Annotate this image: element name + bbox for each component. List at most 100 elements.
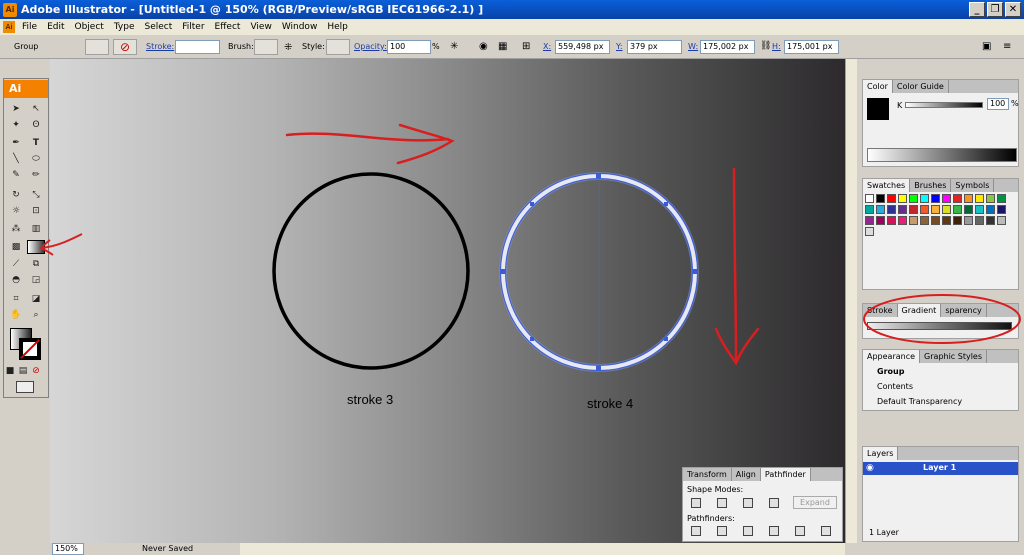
h-label[interactable]: H:: [772, 41, 781, 53]
color-swatch[interactable]: [986, 194, 995, 203]
ellipse-tool-icon[interactable]: ⬭: [27, 152, 45, 166]
color-swatch[interactable]: [865, 205, 874, 214]
unite-button[interactable]: [691, 498, 701, 508]
style-picker[interactable]: [326, 39, 350, 55]
x-label[interactable]: X:: [543, 41, 551, 53]
live-paint-selection-tool-icon[interactable]: ◲: [27, 273, 45, 287]
crop-button[interactable]: [769, 526, 779, 536]
layer-name[interactable]: Layer 1: [923, 462, 956, 474]
color-swatch[interactable]: [986, 216, 995, 225]
color-swatch[interactable]: [920, 194, 929, 203]
color-swatch[interactable]: [898, 194, 907, 203]
warp-tool-icon[interactable]: ☼: [7, 204, 25, 218]
color-swatch[interactable]: [997, 216, 1006, 225]
h-field[interactable]: 175,001 px: [784, 40, 839, 54]
color-swatch[interactable]: [997, 194, 1006, 203]
color-swatch[interactable]: [942, 205, 951, 214]
pencil-tool-icon[interactable]: ✏: [27, 168, 45, 182]
color-swatch[interactable]: [898, 205, 907, 214]
menu-edit[interactable]: Edit: [42, 22, 69, 32]
lasso-tool-icon[interactable]: ʘ: [27, 118, 45, 132]
tab-graphic-styles[interactable]: Graphic Styles: [920, 350, 988, 363]
tab-pathfinder[interactable]: Pathfinder: [760, 468, 811, 481]
color-swatch[interactable]: [931, 216, 940, 225]
rotate-tool-icon[interactable]: ↻: [7, 188, 25, 202]
appearance-contents[interactable]: Contents: [877, 381, 913, 393]
color-swatch[interactable]: [942, 194, 951, 203]
fill-swatch[interactable]: [85, 39, 109, 55]
color-swatch[interactable]: [876, 216, 885, 225]
stroke-swatch[interactable]: ⊘: [113, 39, 137, 55]
color-swatch[interactable]: [975, 194, 984, 203]
color-spectrum-bar[interactable]: [867, 148, 1017, 162]
trim-button[interactable]: [717, 526, 727, 536]
color-swatch[interactable]: [876, 205, 885, 214]
scale-tool-icon[interactable]: ⤡: [27, 188, 45, 202]
menu-window[interactable]: Window: [277, 22, 323, 32]
document-icon[interactable]: Ai: [3, 21, 15, 33]
tab-color[interactable]: Color: [863, 80, 893, 93]
tab-swatches[interactable]: Swatches: [863, 179, 911, 192]
menu-file[interactable]: File: [17, 22, 42, 32]
menu-help[interactable]: Help: [322, 22, 353, 32]
align-icon[interactable]: ▦: [498, 41, 507, 52]
color-swatch[interactable]: [942, 216, 951, 225]
y-label[interactable]: Y:: [616, 41, 623, 53]
tab-brushes[interactable]: Brushes: [910, 179, 952, 192]
minus-front-button[interactable]: [717, 498, 727, 508]
y-field[interactable]: 379 px: [627, 40, 682, 54]
tab-transform[interactable]: Transform: [683, 468, 732, 481]
reference-point-icon[interactable]: ⊞: [522, 41, 530, 52]
tab-color-guide[interactable]: Color Guide: [893, 80, 949, 93]
swatch-grid[interactable]: [865, 194, 1015, 276]
stroke-weight-field[interactable]: [175, 40, 220, 54]
color-swatch[interactable]: [887, 205, 896, 214]
color-swatch[interactable]: [920, 205, 929, 214]
color-swatch[interactable]: [986, 205, 995, 214]
color-mode-icon[interactable]: ■: [5, 364, 15, 378]
selection-tool-icon[interactable]: ➤: [7, 102, 25, 116]
color-swatch[interactable]: [975, 216, 984, 225]
merge-button[interactable]: [743, 526, 753, 536]
color-swatch[interactable]: [964, 194, 973, 203]
minus-back-button[interactable]: [821, 526, 831, 536]
color-fill-swatch[interactable]: [867, 98, 889, 120]
magic-wand-tool-icon[interactable]: ✦: [7, 118, 25, 132]
color-swatch[interactable]: [931, 194, 940, 203]
document-setup-icon[interactable]: ▣: [982, 41, 991, 52]
expand-button[interactable]: Expand: [793, 496, 837, 509]
type-tool-icon[interactable]: T: [27, 136, 45, 150]
opacity-label[interactable]: Opacity:: [354, 41, 387, 53]
color-swatch[interactable]: [975, 205, 984, 214]
live-paint-bucket-tool-icon[interactable]: ◓: [7, 273, 25, 287]
paintbrush-tool-icon[interactable]: ✎: [7, 168, 25, 182]
horizontal-scrollbar[interactable]: [240, 543, 845, 555]
panel-menu-icon[interactable]: ≡: [1003, 41, 1011, 52]
k-value-field[interactable]: 100: [987, 98, 1009, 110]
isolate-icon[interactable]: ◉: [479, 41, 488, 52]
color-swatch[interactable]: [997, 205, 1006, 214]
vertical-scrollbar[interactable]: [845, 59, 857, 543]
menu-select[interactable]: Select: [139, 22, 177, 32]
minimize-button[interactable]: _: [969, 2, 985, 17]
menu-type[interactable]: Type: [109, 22, 140, 32]
color-swatch[interactable]: [876, 194, 885, 203]
color-swatch[interactable]: [909, 216, 918, 225]
tab-symbols[interactable]: Symbols: [951, 179, 995, 192]
color-swatch[interactable]: [887, 194, 896, 203]
color-swatch[interactable]: [964, 205, 973, 214]
layer-row[interactable]: ◉ Layer 1: [863, 462, 1018, 475]
divide-button[interactable]: [691, 526, 701, 536]
color-swatch[interactable]: [953, 216, 962, 225]
tab-layers[interactable]: Layers: [863, 447, 899, 460]
hand-tool-icon[interactable]: ✋: [7, 308, 25, 322]
w-label[interactable]: W:: [688, 41, 698, 53]
color-swatch[interactable]: [865, 194, 874, 203]
symbol-sprayer-tool-icon[interactable]: ⁂: [7, 222, 25, 236]
menu-object[interactable]: Object: [70, 22, 109, 32]
visibility-eye-icon[interactable]: ◉: [866, 463, 874, 473]
direct-selection-tool-icon[interactable]: ↖: [27, 102, 45, 116]
menu-filter[interactable]: Filter: [177, 22, 209, 32]
k-slider[interactable]: [905, 102, 983, 108]
pen-tool-icon[interactable]: ✒: [7, 136, 25, 150]
